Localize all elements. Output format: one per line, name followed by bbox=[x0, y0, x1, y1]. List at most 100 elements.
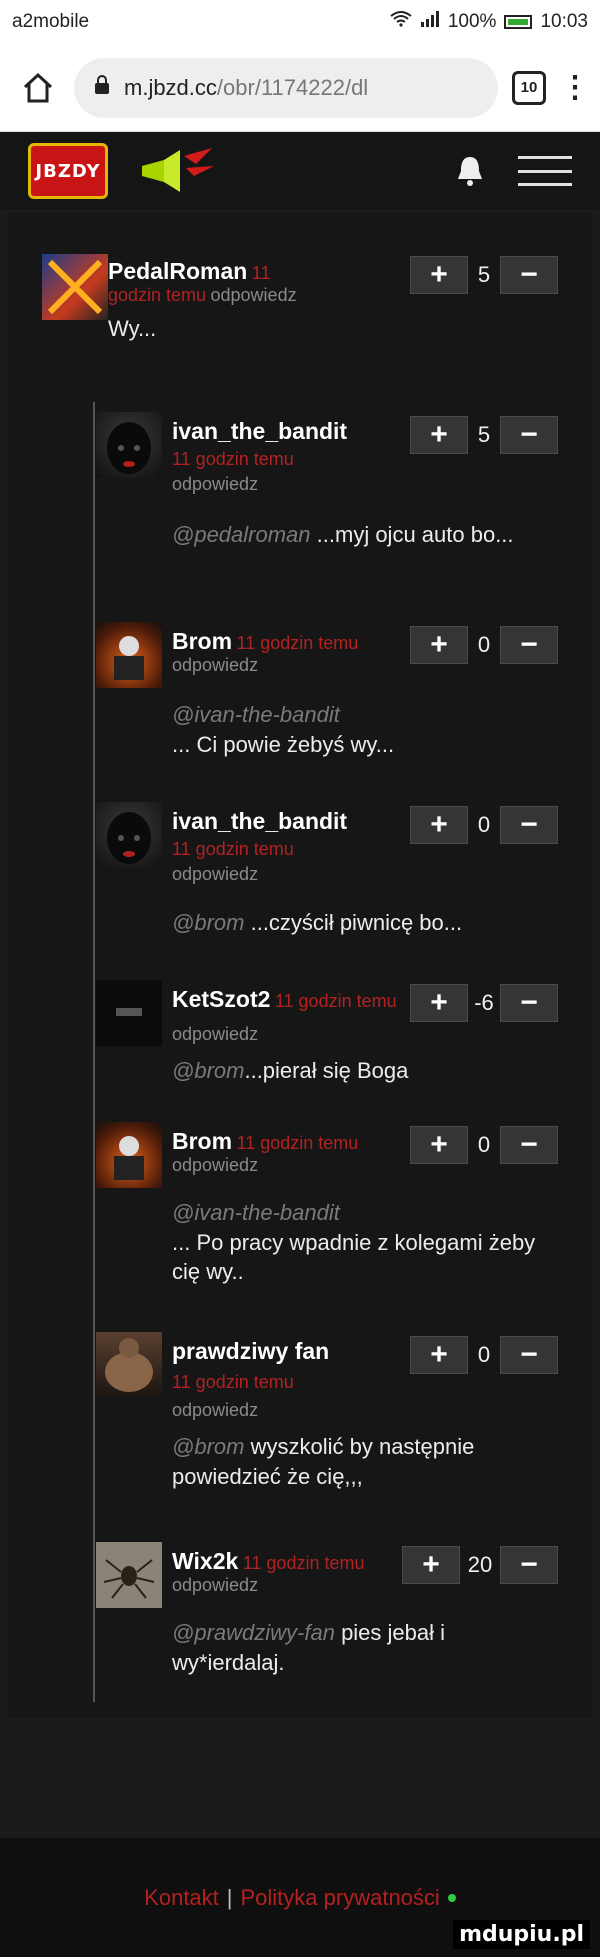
vote-controls: + 0 − bbox=[410, 1126, 558, 1164]
comment-item: KetSzot2 11 godzin temu odpowiedz @brom.… bbox=[8, 980, 592, 1110]
comment-username[interactable]: Wix2k bbox=[172, 1548, 238, 1574]
url-path: /obr/1174222/dl bbox=[216, 74, 369, 100]
tab-switcher-button[interactable]: 10 bbox=[512, 70, 546, 105]
reply-link[interactable]: odpowiedz bbox=[172, 1155, 258, 1175]
upvote-button[interactable]: + bbox=[410, 256, 468, 294]
lock-icon bbox=[94, 74, 110, 101]
reply-link[interactable]: odpowiedz bbox=[172, 1024, 258, 1045]
avatar[interactable] bbox=[96, 980, 162, 1046]
comment-timestamp: 11 godzin temu bbox=[172, 839, 294, 859]
menu-icon[interactable]: ⋮ bbox=[560, 72, 590, 103]
vote-score: 5 bbox=[477, 262, 491, 287]
upvote-button[interactable]: + bbox=[410, 984, 468, 1022]
comment-mention[interactable]: @pedalroman bbox=[172, 522, 311, 547]
vote-score: 0 bbox=[477, 812, 491, 837]
avatar[interactable] bbox=[96, 412, 162, 478]
reply-link[interactable]: odpowiedz bbox=[172, 655, 258, 675]
comment-item: PedalRoman 11 godzin temu odpowiedz Wy..… bbox=[8, 212, 592, 341]
downvote-button[interactable]: − bbox=[500, 1126, 558, 1164]
vote-controls: + 20 − bbox=[402, 1546, 558, 1584]
downvote-button[interactable]: − bbox=[500, 1336, 558, 1374]
carrier-label: a2mobile bbox=[12, 11, 90, 32]
comment-text: ...pierał się Boga bbox=[244, 1058, 409, 1083]
comment-text: ...myj ojcu auto bo... bbox=[316, 522, 514, 547]
comment-mention[interactable]: @brom bbox=[172, 910, 244, 935]
downvote-button[interactable]: − bbox=[500, 256, 558, 294]
comment-mention[interactable]: @ivan-the-bandit bbox=[172, 700, 552, 730]
downvote-button[interactable]: − bbox=[500, 806, 558, 844]
reply-link[interactable]: odpowiedz bbox=[211, 285, 297, 305]
avatar[interactable] bbox=[96, 1332, 162, 1398]
vote-score: 0 bbox=[477, 1342, 491, 1367]
downvote-button[interactable]: − bbox=[500, 984, 558, 1022]
comment-username[interactable]: Brom bbox=[172, 1128, 232, 1154]
upvote-button[interactable]: + bbox=[410, 626, 468, 664]
site-footer: Kontakt | Polityka prywatności mdupiu.pl bbox=[0, 1838, 600, 1957]
upvote-button[interactable]: + bbox=[410, 806, 468, 844]
comment-item: prawdziwy fan 11 godzin temu odpowiedz @… bbox=[8, 1332, 592, 1512]
comment-username[interactable]: KetSzot2 bbox=[172, 986, 270, 1012]
comment-item: ivan_the_bandit 11 godzin temu odpowiedz… bbox=[8, 412, 592, 582]
vote-controls: + 0 − bbox=[410, 1336, 558, 1374]
address-bar[interactable]: m.jbzd.cc/obr/1174222/dl bbox=[74, 57, 498, 118]
comment-mention[interactable]: @prawdziwy-fan bbox=[172, 1620, 335, 1645]
wifi-icon bbox=[390, 11, 412, 33]
avatar[interactable] bbox=[42, 254, 108, 320]
home-button[interactable] bbox=[16, 66, 60, 110]
comment-timestamp: 11 godzin temu bbox=[236, 1133, 359, 1153]
reply-link[interactable]: odpowiedz bbox=[172, 1575, 258, 1595]
status-dot-icon bbox=[447, 1893, 456, 1902]
vote-controls: + 0 − bbox=[410, 626, 558, 664]
comment-text: Wy... bbox=[108, 316, 157, 341]
reply-link[interactable]: odpowiedz bbox=[172, 1400, 258, 1421]
watermark: mdupiu.pl bbox=[453, 1920, 590, 1949]
vote-score: 20 bbox=[467, 1552, 493, 1577]
avatar[interactable] bbox=[96, 802, 162, 868]
comment-timestamp: 11 godzin temu bbox=[172, 449, 294, 469]
status-bar: a2mobile 100% 10:03 bbox=[0, 0, 600, 44]
comment-username[interactable]: ivan_the_bandit bbox=[172, 808, 397, 835]
avatar[interactable] bbox=[96, 1122, 162, 1188]
comment-timestamp: 11 godzin temu bbox=[274, 991, 397, 1011]
comment-mention[interactable]: @brom bbox=[172, 1434, 244, 1459]
avatar[interactable] bbox=[96, 622, 162, 688]
comment-username[interactable]: ivan_the_bandit bbox=[172, 418, 397, 445]
comment-timestamp: 11 godzin temu bbox=[242, 1553, 365, 1573]
vote-controls: + 5 − bbox=[410, 256, 558, 294]
comment-username[interactable]: prawdziwy fan bbox=[172, 1338, 397, 1365]
vote-controls: + 5 − bbox=[410, 416, 558, 454]
vote-score: 0 bbox=[477, 1132, 491, 1157]
comment-item: Brom 11 godzin temu odpowiedz @ivan-the-… bbox=[8, 622, 592, 772]
reply-link[interactable]: odpowiedz bbox=[172, 474, 397, 495]
comment-timestamp: 11 godzin temu bbox=[172, 1372, 294, 1392]
contact-link[interactable]: Kontakt bbox=[144, 1885, 219, 1911]
downvote-button[interactable]: − bbox=[500, 1546, 558, 1584]
comment-username[interactable]: Brom bbox=[172, 628, 232, 654]
bell-icon[interactable] bbox=[452, 153, 488, 189]
upvote-button[interactable]: + bbox=[410, 1336, 468, 1374]
comment-mention[interactable]: @ivan-the-bandit bbox=[172, 1198, 552, 1228]
vote-score: 0 bbox=[477, 632, 491, 657]
comment-mention[interactable]: @brom bbox=[172, 1058, 244, 1083]
comment-item: ivan_the_bandit 11 godzin temu odpowiedz… bbox=[8, 802, 592, 952]
comment-timestamp: 11 godzin temu bbox=[236, 633, 359, 653]
megaphone-icon bbox=[142, 148, 214, 192]
comment-username[interactable]: PedalRoman bbox=[108, 258, 247, 284]
site-logo[interactable]: JBZDY bbox=[28, 143, 108, 199]
upvote-button[interactable]: + bbox=[402, 1546, 460, 1584]
comments-section: PedalRoman 11 godzin temu odpowiedz Wy..… bbox=[8, 212, 592, 1718]
hamburger-menu-button[interactable] bbox=[518, 156, 572, 186]
reply-link[interactable]: odpowiedz bbox=[172, 864, 397, 885]
comment-item: Brom 11 godzin temu odpowiedz @ivan-the-… bbox=[8, 1122, 592, 1312]
comment-item: Wix2k 11 godzin temu odpowiedz @prawdziw… bbox=[8, 1542, 592, 1692]
upvote-button[interactable]: + bbox=[410, 1126, 468, 1164]
privacy-policy-link[interactable]: Polityka prywatności bbox=[241, 1885, 440, 1911]
downvote-button[interactable]: − bbox=[500, 626, 558, 664]
downvote-button[interactable]: − bbox=[500, 416, 558, 454]
battery-percent: 100% bbox=[447, 11, 497, 32]
upvote-button[interactable]: + bbox=[410, 416, 468, 454]
avatar[interactable] bbox=[96, 1542, 162, 1608]
comment-text: ... Ci powie żebyś wy... bbox=[172, 731, 395, 757]
vote-score: 5 bbox=[477, 422, 491, 447]
home-icon bbox=[23, 72, 53, 102]
